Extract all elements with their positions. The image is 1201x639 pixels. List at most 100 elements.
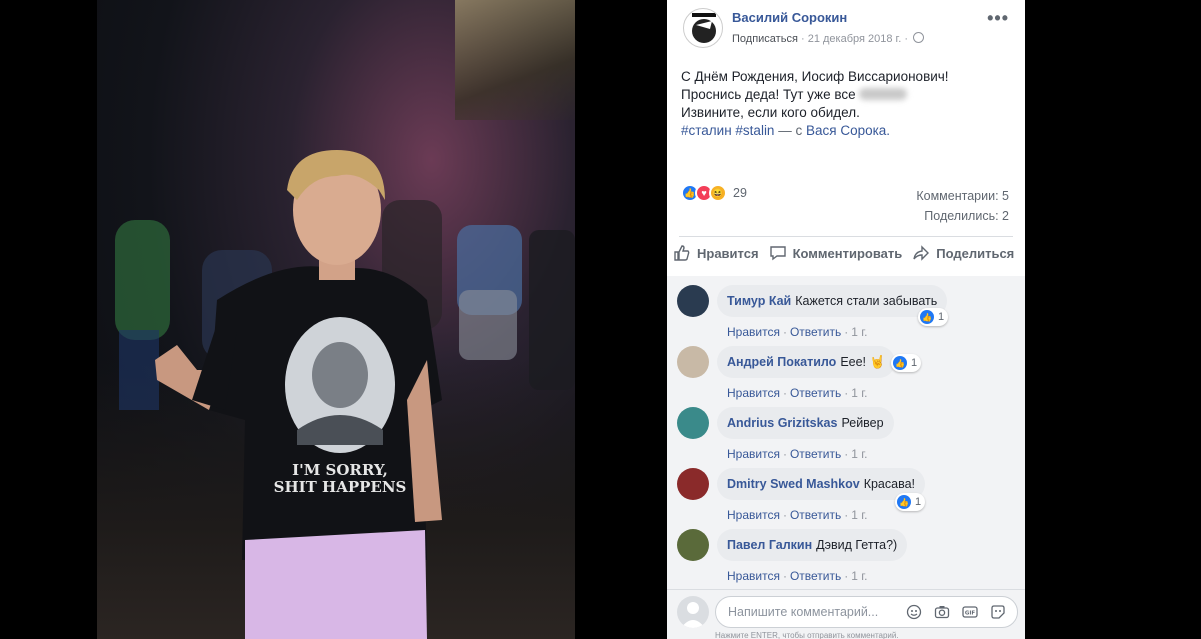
- comment-likes: 1: [911, 357, 918, 369]
- comment-placeholder: Напишите комментарий...: [728, 605, 879, 619]
- comments-count[interactable]: Комментарии: 5: [916, 186, 1009, 206]
- comment-time[interactable]: 1 г.: [851, 569, 867, 583]
- comments-section: Тимур Кай Кажется стали забывать 👍 1 Нрав…: [667, 276, 1025, 589]
- comment-time[interactable]: 1 г.: [851, 447, 867, 461]
- divider: [679, 236, 1013, 237]
- like-mini-icon: 👍: [897, 495, 911, 509]
- comment-like-link[interactable]: Нравится: [727, 386, 780, 400]
- comment-text: Красава!: [863, 477, 915, 491]
- comment-like-count[interactable]: 👍 1: [918, 308, 949, 326]
- commenter-name[interactable]: Андрей Покатило: [727, 355, 836, 369]
- comment-like-link[interactable]: Нравится: [727, 508, 780, 522]
- comment-icon: [769, 244, 787, 262]
- post-message: С Днём Рождения, Иосиф Виссарионович! Пр…: [681, 68, 1011, 140]
- comment-text: Еее! 🤘: [840, 354, 886, 369]
- shirt-text-1: I'M SORRY,: [292, 461, 388, 479]
- post-panel: Василий Сорокин Подписаться · 21 декабря…: [667, 0, 1025, 639]
- composer-hint: Нажмите ENTER, чтобы отправить комментар…: [715, 631, 899, 639]
- post-header: Василий Сорокин Подписаться · 21 декабря…: [667, 0, 1025, 56]
- comment-bubble: Андрей Покатило Еее! 🤘: [717, 346, 896, 378]
- emoji-icon[interactable]: [905, 603, 923, 621]
- globe-icon: [913, 32, 925, 43]
- comment-reply-link[interactable]: Ответить: [790, 569, 841, 583]
- author-name[interactable]: Василий Сорокин: [732, 10, 847, 25]
- like-mini-icon: 👍: [893, 356, 907, 370]
- comment-actions: Нравится · Ответить · 1 г.: [727, 325, 868, 339]
- share-icon: [912, 244, 930, 262]
- commenter-avatar[interactable]: [677, 407, 709, 439]
- like-label: Нравится: [697, 245, 759, 261]
- comment-text: Рейвер: [841, 416, 884, 430]
- comment-time[interactable]: 1 г.: [851, 508, 867, 522]
- post-line-2: Проснись деда! Тут уже все: [681, 86, 1011, 104]
- thumbs-up-icon: [673, 244, 691, 262]
- sticker-icon[interactable]: [989, 603, 1007, 621]
- comment-composer: Напишите комментарий... GIF Нажмите ENTE…: [667, 589, 1025, 639]
- svg-text:GIF: GIF: [965, 611, 976, 617]
- comment-bubble: Dmitry Swed Mashkov Красава!: [717, 468, 925, 500]
- comment-like-count[interactable]: 👍 1: [895, 493, 926, 511]
- comment-like-link[interactable]: Нравится: [727, 447, 780, 461]
- composer-icons: GIF: [895, 603, 1007, 621]
- current-user-avatar: [677, 596, 709, 628]
- post-photo[interactable]: I'M SORRY, SHIT HAPPENS: [97, 0, 575, 639]
- comment-actions: Нравится · Ответить · 1 г.: [727, 508, 868, 522]
- shares-count[interactable]: Поделились: 2: [916, 206, 1009, 226]
- commenter-avatar[interactable]: [677, 285, 709, 317]
- post-line-2-text: Проснись деда! Тут уже все: [681, 87, 856, 102]
- comment-reply-link[interactable]: Ответить: [790, 447, 841, 461]
- commenter-name[interactable]: Тимур Кай: [727, 294, 791, 308]
- like-mini-icon: 👍: [920, 310, 934, 324]
- shirt-text-2: SHIT HAPPENS: [274, 478, 407, 496]
- comment-time[interactable]: 1 г.: [851, 386, 867, 400]
- comment-bubble: Павел Галкин Дэвид Гетта?): [717, 529, 908, 561]
- comment-like-link[interactable]: Нравится: [727, 325, 780, 339]
- post-line-4: #сталин #stalin — с Вася Сорока.: [681, 122, 1011, 140]
- more-options-icon[interactable]: •••: [987, 8, 1009, 29]
- blurred-word: [859, 88, 908, 100]
- commenter-name[interactable]: Dmitry Swed Mashkov: [727, 477, 860, 491]
- commenter-avatar[interactable]: [677, 346, 709, 378]
- post-date[interactable]: 21 декабря 2018 г.: [808, 33, 902, 45]
- with-separator: — с: [778, 123, 803, 138]
- comment-bubble: Тимур Кай Кажется стали забывать: [717, 285, 948, 317]
- tagged-user[interactable]: Вася Сорока.: [806, 123, 890, 138]
- comment-time[interactable]: 1 г.: [851, 325, 867, 339]
- post-line-3: Извините, если кого обидел.: [681, 105, 860, 120]
- photo-illustration: I'M SORRY, SHIT HAPPENS: [115, 150, 575, 639]
- like-button[interactable]: Нравится: [673, 244, 759, 262]
- comment-input[interactable]: Напишите комментарий... GIF: [715, 596, 1018, 628]
- comment-reply-link[interactable]: Ответить: [790, 325, 841, 339]
- comment-label: Комментировать: [792, 245, 903, 261]
- comment-actions: Нравится · Ответить · 1 г.: [727, 569, 868, 583]
- post-stats: Комментарии: 5 Поделились: 2: [916, 186, 1009, 226]
- post-actions: Нравится Комментировать Поделиться: [673, 244, 1024, 262]
- comment-reply-link[interactable]: Ответить: [790, 386, 841, 400]
- comment-text: Дэвид Гетта?): [816, 538, 898, 552]
- share-label: Поделиться: [936, 245, 1015, 261]
- gif-icon[interactable]: GIF: [961, 603, 979, 621]
- comment-reply-link[interactable]: Ответить: [790, 508, 841, 522]
- reaction-count: 29: [733, 186, 747, 200]
- camera-icon[interactable]: [933, 603, 951, 621]
- commenter-avatar[interactable]: [677, 468, 709, 500]
- post-line-1: С Днём Рождения, Иосиф Виссарионович!: [681, 69, 949, 84]
- subscribe-link[interactable]: Подписаться: [732, 33, 798, 45]
- hashtags[interactable]: #сталин #stalin: [681, 123, 774, 138]
- comment-text: Кажется стали забывать: [795, 294, 938, 308]
- commenter-avatar[interactable]: [677, 529, 709, 561]
- photo-viewer: I'M SORRY, SHIT HAPPENS Василий Сорокин …: [0, 0, 1201, 639]
- author-avatar[interactable]: [683, 8, 723, 48]
- commenter-name[interactable]: Andrius Grizitskas: [727, 416, 837, 430]
- comment-likes: 1: [938, 311, 945, 323]
- comment-button[interactable]: Комментировать: [769, 244, 903, 262]
- comment-actions: Нравится · Ответить · 1 г.: [727, 386, 868, 400]
- reactions-summary[interactable]: 👍 ♥ 😆 29: [681, 184, 747, 202]
- share-button[interactable]: Поделиться: [912, 244, 1014, 262]
- post-meta: Подписаться · 21 декабря 2018 г. ·: [732, 32, 925, 45]
- comment-bubble: Andrius Grizitskas Рейвер: [717, 407, 894, 439]
- haha-reaction-icon: 😆: [709, 184, 727, 202]
- comment-like-link[interactable]: Нравится: [727, 569, 780, 583]
- comment-like-count[interactable]: 👍 1: [891, 354, 922, 372]
- commenter-name[interactable]: Павел Галкин: [727, 538, 812, 552]
